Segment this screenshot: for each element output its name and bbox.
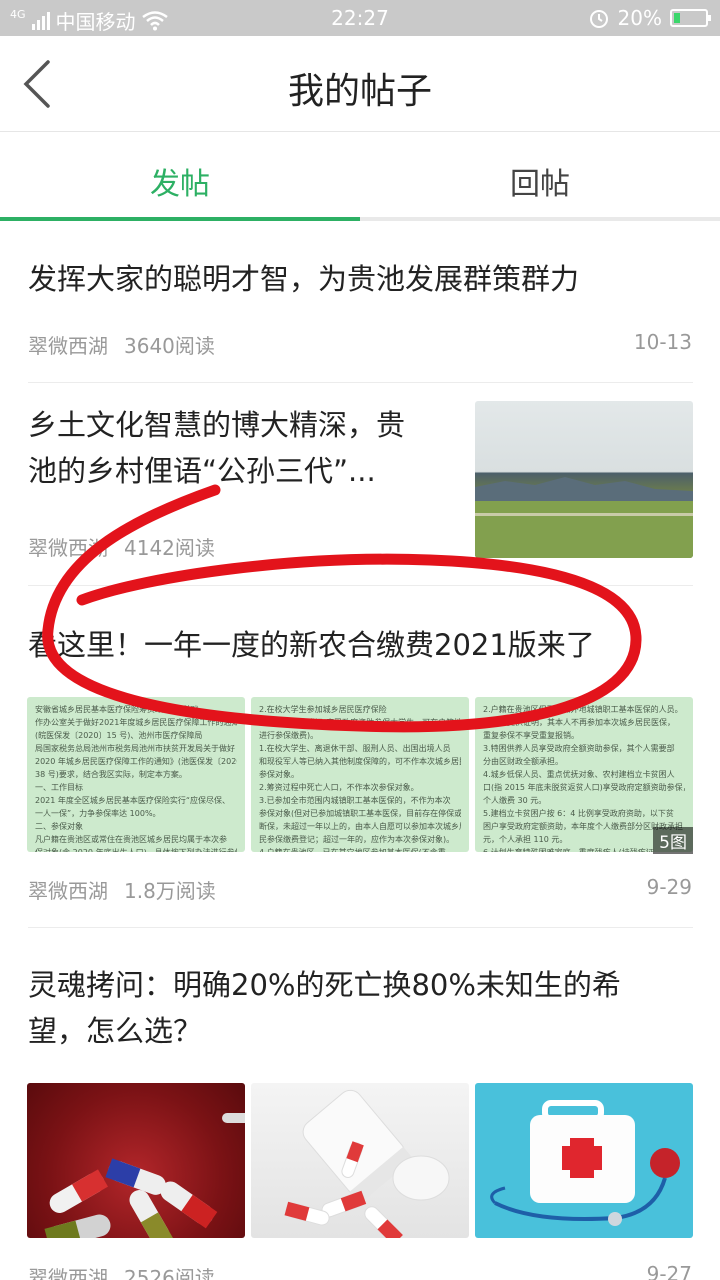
post-title[interactable]: 发挥大家的聪明才智，为贵池发展群策群力 [28, 256, 579, 302]
post-meta: 翠微西湖 2526阅读 [28, 1262, 215, 1280]
document-line: 局国家税务总局池州市税务局池州市扶贫开发局关于做好 [35, 744, 235, 753]
tab-replies[interactable]: 回帖 [360, 159, 720, 203]
document-line: 2021 年度全区城乡居民基本医疗保险实行“应保尽保、 [35, 796, 231, 805]
post-date: 10-13 [633, 330, 692, 354]
tab-bar: 发帖 回帖 [0, 133, 720, 221]
pill-bottle-image[interactable] [251, 1083, 469, 1238]
divider [28, 585, 693, 586]
document-line: 断保，未超过一年以上的，由本人自愿可以参加本次城乡居 [259, 822, 461, 831]
post-title-line2[interactable]: 池的乡村俚语“公孙三代”... [28, 448, 376, 494]
image-count-badge: 5图 [653, 827, 693, 854]
document-line: 参保对象(但对已参加城镇职工基本医保，目前存在停保或 [259, 809, 461, 818]
document-line: 1.在校大学生、离退休干部、服刑人员、出国出境人员 [259, 744, 451, 753]
document-line: 3.特困供养人员享受政府全额资助参保，其个人需要部 [483, 744, 675, 753]
document-line: 2020 年城乡居民医疗保障工作的通知》(池医保发〔2020〕 [35, 757, 237, 766]
document-line: 和现役军人等已纳入其他制度保障的，可不作本次城乡居民 [259, 757, 461, 766]
post-meta: 翠微西湖 4142阅读 [28, 532, 215, 561]
document-image-2[interactable]: 2.在校大学生参加城乡居民医疗保险办理参保缴费登记(享受政府资助参保大学生，可在… [251, 697, 469, 852]
document-line: 一、工作目标 [35, 783, 83, 792]
post-title-line1[interactable]: 灵魂拷问：明确20%的死亡换80%未知生的希 [28, 962, 621, 1008]
divider [28, 382, 693, 383]
document-line: 个人缴费 30 元。 [483, 796, 547, 805]
document-line: 分由区财政全额承担。 [483, 757, 563, 766]
document-line: 参保对象。 [259, 770, 299, 779]
document-image-1[interactable]: 安徽省城乡居民基本医疗保险筹资政策的通知》作办公室关于做好2021年度城乡居民医… [27, 697, 245, 852]
document-line: 办理参保缴费登记(享受政府资助参保大学生，可在户籍地 [259, 718, 461, 727]
alarm-icon [589, 10, 608, 28]
document-line: 凡户籍在贵池区或常住在贵池区城乡居民均属于本次参 [35, 835, 227, 844]
post-reads: 4142阅读 [124, 536, 215, 560]
document-line: 口(指 2015 年底未脱贫返贫人口)享受政府定额资助参保， [483, 783, 685, 792]
document-line: 安徽省城乡居民基本医疗保险筹资政策的通知》 [35, 705, 203, 714]
post-reads: 2526阅读 [124, 1266, 215, 1280]
document-line: 保对象(含 2020 年底出生人口)，具体按下列办法进行参保 [35, 846, 237, 852]
document-line: 一人一保”，力争参保率达 100%。 [35, 809, 161, 818]
status-right: 20% [588, 6, 711, 30]
battery-icon [670, 9, 711, 27]
battery-fill [674, 13, 680, 23]
document-line: (皖医保发〔2020〕15 号)、池州市医疗保障局 [35, 731, 203, 740]
post-author: 翠微西湖 [28, 536, 108, 560]
nav-bar: 我的帖子 [0, 36, 720, 132]
active-tab-indicator [0, 217, 360, 221]
post-title-line1[interactable]: 乡土文化智慧的博大精深，贵 [28, 402, 405, 448]
first-aid-kit-image[interactable] [475, 1083, 693, 1238]
document-line: 二、参保对象 [35, 822, 83, 831]
post-reads: 1.8万阅读 [124, 879, 216, 903]
divider [28, 927, 693, 928]
post-title[interactable]: 看这里！一年一度的新农合缴费2021版来了 [28, 622, 595, 668]
post-author: 翠微西湖 [28, 1266, 108, 1280]
status-bar: 4G 中国移动 22:27 20% [0, 0, 720, 36]
document-line: 作办公室关于做好2021年度城乡居民医疗保障工作的通知》 [35, 718, 237, 727]
document-line: 5.建档立卡贫困户按 6：4 比例享受政府资助，以下贫 [483, 809, 674, 818]
post-meta: 翠微西湖 1.8万阅读 [28, 875, 216, 904]
document-line: 4.户籍在贵池区，已在其它地区参加基本医保(不含重 [259, 846, 461, 852]
document-line: 2.筹资过程中死亡人口，不作本次参保对象。 [259, 783, 419, 792]
document-line: 38 号)要求，结合我区实际，制定本方案。 [35, 770, 187, 779]
page-title: 我的帖子 [287, 71, 432, 112]
document-line: 2.在校大学生参加城乡居民医疗保险 [259, 705, 387, 714]
document-line: 进行参保缴费)。 [259, 731, 319, 740]
post-title-line2[interactable]: 望，怎么选？ [28, 1008, 202, 1054]
post-author: 翠微西湖 [28, 334, 108, 358]
post-date: 9-27 [646, 1262, 692, 1280]
post-date: 9-29 [646, 875, 692, 899]
document-line: 3.已参加全市范围内城镇职工基本医保的，不作为本次 [259, 796, 451, 805]
document-line: 民参保缴费登记；超过一年的，应作为本次参保对象)。 [259, 835, 455, 844]
document-line: 重复参保不享受重复报销。 [483, 731, 579, 740]
document-line: 2.户籍在贵池区但已参加外地城镇职工基本医保的人员。 [483, 705, 683, 714]
pills-image[interactable] [27, 1083, 245, 1238]
document-line: 由本人提供证明，其本人不再参加本次城乡居民医保， [483, 718, 675, 727]
post-meta: 翠微西湖 3640阅读 [28, 330, 215, 359]
document-line: 4.城乡低保人员、重点优抚对象、农村建档立卡贫困人 [483, 770, 675, 779]
landscape-image[interactable] [475, 401, 693, 558]
post-reads: 3640阅读 [124, 334, 215, 358]
post-author: 翠微西湖 [28, 879, 108, 903]
battery-percent: 20% [617, 6, 662, 30]
tab-posts[interactable]: 发帖 [0, 159, 360, 203]
